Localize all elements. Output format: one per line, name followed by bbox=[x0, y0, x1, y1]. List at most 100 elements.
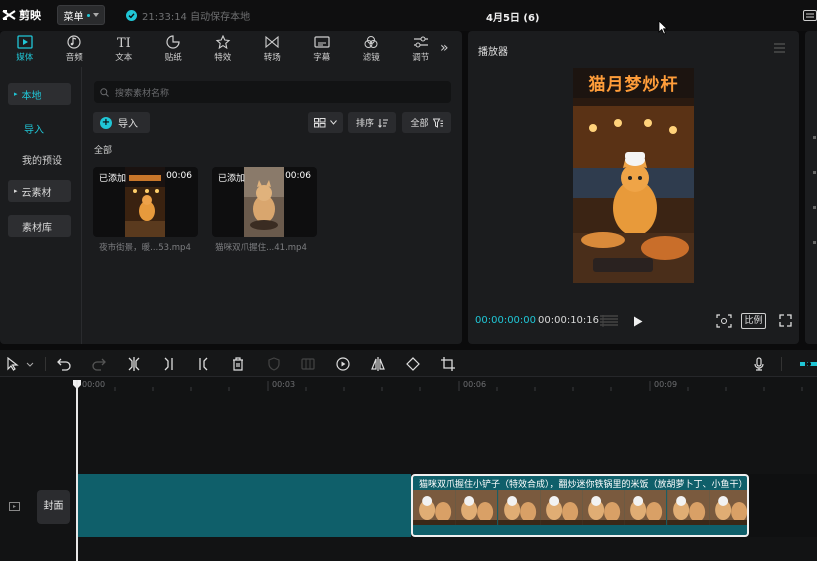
search-input[interactable]: 搜索素材名称 bbox=[94, 81, 451, 103]
sticker-icon bbox=[166, 35, 180, 49]
clip-title: 猫咪双爪握住小铲子（特效合成），翻炒迷你铁锅里的米饭（放胡萝卜丁、小鱼干）_2 bbox=[419, 480, 749, 490]
effects-icon bbox=[215, 35, 231, 49]
view-mode-button[interactable] bbox=[308, 112, 343, 133]
svg-text:TI: TI bbox=[117, 36, 131, 49]
tab-effects[interactable]: 特效 bbox=[198, 31, 248, 67]
tab-audio[interactable]: 音频 bbox=[50, 31, 100, 67]
rotate-icon[interactable] bbox=[406, 357, 420, 371]
tab-label: 滤镜 bbox=[362, 53, 380, 63]
cover-button[interactable]: 封面 bbox=[37, 490, 70, 524]
chevron-down-icon bbox=[330, 120, 337, 125]
undo-icon[interactable] bbox=[57, 357, 71, 371]
magnet-link-icon[interactable] bbox=[800, 357, 817, 371]
sort-button[interactable]: 排序 bbox=[348, 112, 396, 133]
menu-button[interactable]: 菜单 bbox=[57, 5, 105, 25]
keyboard-shortcut-icon[interactable] bbox=[803, 10, 817, 21]
sidebar-item-cloud[interactable]: ▸ 云素材 bbox=[8, 180, 71, 202]
mirror-icon[interactable] bbox=[371, 357, 385, 371]
tab-filter[interactable]: 滤镜 bbox=[347, 31, 397, 67]
sidebar-item-presets[interactable]: 我的预设 bbox=[8, 148, 71, 170]
total-timecode: 00:00:10:16 bbox=[538, 315, 600, 326]
aspect-ratio-button[interactable]: 比例 bbox=[741, 313, 766, 329]
delete-icon[interactable] bbox=[231, 357, 245, 371]
media-item[interactable]: 已添加 00:06 bbox=[93, 167, 198, 237]
tab-adjust[interactable]: 调节 bbox=[396, 31, 446, 67]
trim-left-icon[interactable] bbox=[162, 357, 176, 371]
tab-label: 调节 bbox=[412, 53, 430, 63]
clip-frame bbox=[413, 490, 456, 525]
timeline-ruler[interactable]: 00:00 00:03 00:06 00:09 bbox=[77, 377, 817, 394]
grid-view-icon bbox=[314, 117, 326, 127]
more-tabs-icon[interactable]: » bbox=[440, 40, 449, 56]
playhead[interactable] bbox=[76, 380, 78, 561]
tab-label: 贴纸 bbox=[164, 53, 182, 63]
capcut-logo-icon bbox=[2, 10, 16, 20]
menu-dot-icon bbox=[86, 13, 90, 17]
track-video-icon[interactable] bbox=[9, 502, 20, 511]
sidebar-item-local[interactable]: ▸ 本地 bbox=[8, 83, 71, 105]
clip-frame bbox=[666, 490, 709, 525]
clip-frame bbox=[497, 490, 540, 525]
tab-label: 音频 bbox=[65, 53, 83, 63]
ruler-ticks bbox=[77, 381, 803, 391]
redo-icon[interactable] bbox=[92, 357, 106, 371]
tab-media[interactable]: 媒体 bbox=[0, 31, 50, 67]
feature-tabs: 媒体 音频 TI 文本 贴纸 特效 转场 字幕 滤镜 调节 bbox=[0, 31, 462, 67]
mouse-cursor-icon bbox=[658, 20, 668, 35]
chevron-down-icon[interactable] bbox=[26, 357, 34, 371]
microphone-icon[interactable] bbox=[752, 357, 766, 371]
tab-transition[interactable]: 转场 bbox=[248, 31, 298, 67]
app-name: 剪映 bbox=[19, 9, 41, 22]
tab-label: 媒体 bbox=[16, 53, 34, 63]
filter-button[interactable]: 全部 bbox=[402, 112, 451, 133]
tick-label: 00:03 bbox=[272, 380, 296, 389]
tick-label: 00:06 bbox=[463, 380, 487, 389]
track-empty-region[interactable] bbox=[749, 474, 817, 537]
import-button[interactable]: + 导入 bbox=[93, 112, 150, 133]
media-filename: 猫咪双爪握住...41.mp4 bbox=[215, 243, 307, 253]
play-icon[interactable] bbox=[633, 316, 643, 327]
tab-label: 特效 bbox=[214, 53, 232, 63]
clip-filmstrip bbox=[413, 490, 747, 525]
import-label: 导入 bbox=[118, 119, 138, 130]
clip-frame bbox=[539, 490, 582, 525]
chevron-down-icon bbox=[92, 13, 99, 17]
tab-text[interactable]: TI 文本 bbox=[99, 31, 149, 67]
tab-sticker[interactable]: 贴纸 bbox=[149, 31, 199, 67]
search-placeholder: 搜索素材名称 bbox=[115, 88, 170, 99]
trim-right-icon[interactable] bbox=[196, 357, 210, 371]
sort-label: 排序 bbox=[355, 119, 374, 129]
speed-icon[interactable] bbox=[336, 357, 350, 371]
crop-icon[interactable] bbox=[441, 357, 455, 371]
track-empty-region[interactable] bbox=[78, 474, 411, 537]
adjust-icon bbox=[413, 36, 428, 48]
waveform-toggle-icon[interactable] bbox=[599, 314, 619, 328]
media-item[interactable]: 已添加 00:06 bbox=[212, 167, 317, 237]
clip-frame bbox=[455, 490, 498, 525]
fullscreen-icon[interactable] bbox=[779, 314, 792, 327]
sort-icon bbox=[378, 118, 388, 128]
video-preview[interactable]: 猫月梦炒杆 bbox=[573, 68, 694, 283]
media-thumbnail bbox=[125, 167, 165, 237]
tab-caption[interactable]: 字幕 bbox=[297, 31, 347, 67]
hamburger-menu-icon[interactable] bbox=[774, 43, 785, 53]
player-title: 播放器 bbox=[478, 47, 508, 58]
filter-label: 全部 bbox=[410, 119, 429, 129]
caption-icon bbox=[314, 36, 330, 48]
timeline-toolbar bbox=[0, 350, 817, 377]
project-title[interactable]: 4月5日 (6) bbox=[486, 9, 540, 24]
timeline[interactable]: 00:00 00:03 00:06 00:09 封面 猫咪双爪握住小铲子（特效合… bbox=[0, 377, 817, 561]
split-icon[interactable] bbox=[127, 357, 141, 371]
fit-screen-icon[interactable] bbox=[716, 314, 732, 328]
media-side-nav: ▸ 本地 导入 我的预设 ▸ 云素材 素材库 bbox=[0, 67, 82, 344]
freeze-frame-icon[interactable] bbox=[301, 357, 315, 371]
shield-icon[interactable] bbox=[267, 357, 281, 371]
select-cursor-icon[interactable] bbox=[6, 357, 20, 371]
sidebar-item-import[interactable]: 导入 bbox=[8, 117, 71, 139]
video-clip[interactable]: 猫咪双爪握住小铲子（特效合成），翻炒迷你铁锅里的米饭（放胡萝卜丁、小鱼干）_2 bbox=[411, 474, 749, 537]
audio-icon bbox=[67, 35, 81, 49]
preview-frame bbox=[573, 68, 694, 283]
tab-label: 文本 bbox=[115, 53, 133, 63]
sidebar-item-library[interactable]: 素材库 bbox=[8, 215, 71, 237]
preview-sign-text: 猫月梦炒杆 bbox=[588, 75, 679, 95]
